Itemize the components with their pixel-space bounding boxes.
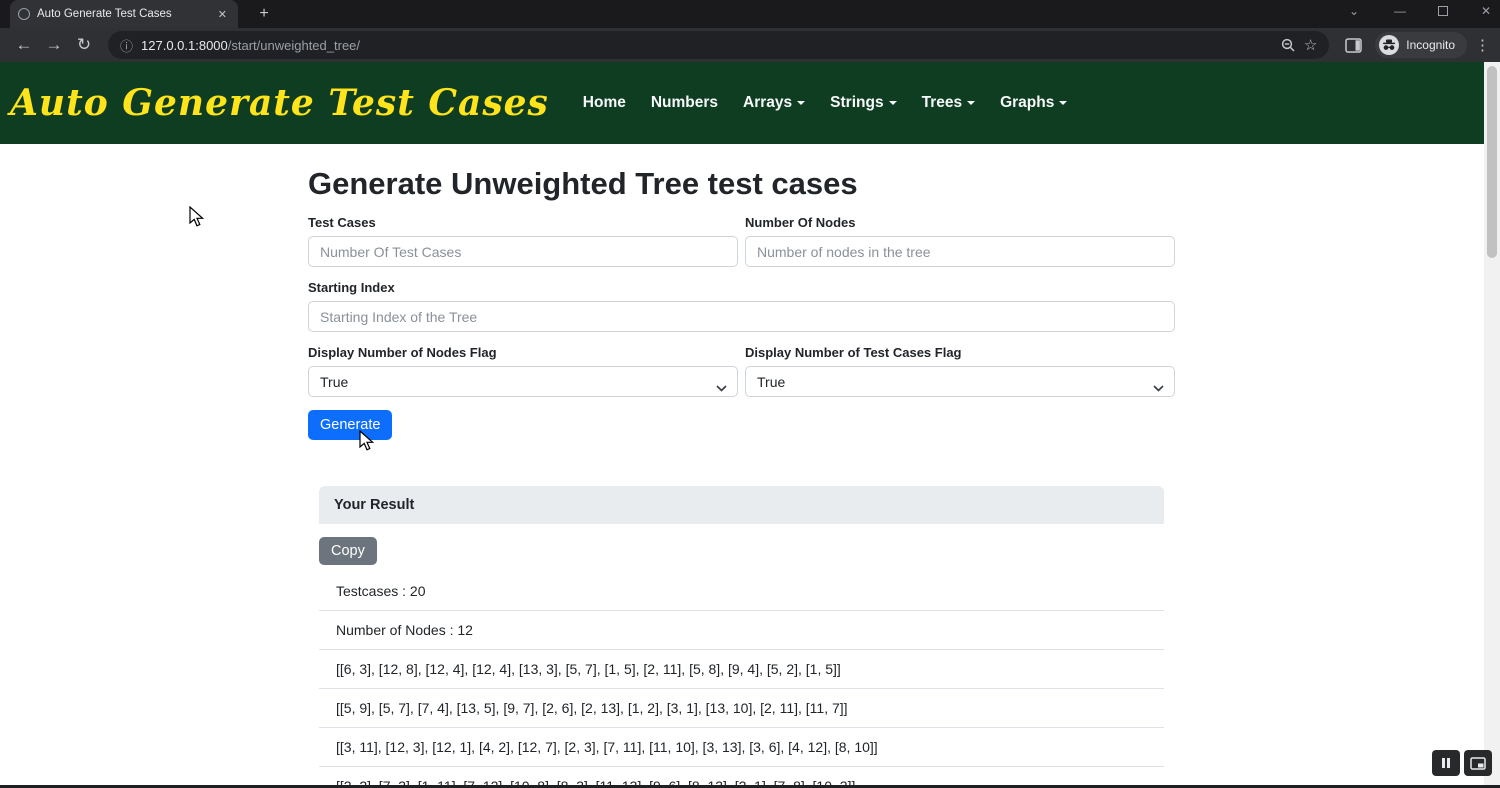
new-tab-button[interactable]: + — [254, 4, 274, 24]
maximize-button[interactable] — [1438, 6, 1448, 16]
tab-close-icon[interactable]: ✕ — [215, 6, 230, 23]
url-text: 127.0.0.1:8000/start/unweighted_tree/ — [141, 38, 1272, 53]
nav-item-arrays[interactable]: Arrays — [743, 94, 805, 112]
test-cases-field-group: Test Cases — [308, 202, 738, 267]
chevron-down-icon — [1059, 101, 1067, 105]
tab-title: Auto Generate Test Cases — [37, 8, 208, 20]
back-button[interactable]: ← — [10, 31, 38, 59]
testcases-flag-field-group: Display Number of Test Cases Flag True — [745, 332, 1175, 397]
starting-index-field-group: Starting Index — [308, 267, 1175, 332]
bookmark-star-icon[interactable]: ☆ — [1304, 36, 1317, 54]
generate-button[interactable]: Generate — [308, 410, 392, 440]
result-row: [[3, 11], [12, 3], [12, 1], [4, 2], [12,… — [319, 728, 1164, 767]
incognito-label: Incognito — [1406, 38, 1455, 52]
chevron-down-icon — [889, 101, 897, 105]
test-cases-input[interactable] — [308, 236, 738, 267]
nav-item-trees[interactable]: Trees — [922, 94, 976, 112]
incognito-badge[interactable]: Incognito — [1375, 32, 1467, 58]
scrollbar-thumb[interactable] — [1487, 66, 1497, 258]
side-panel-icon[interactable] — [1339, 31, 1367, 59]
chevron-down-icon — [1153, 379, 1164, 395]
browser-window: Auto Generate Test Cases ✕ + ⌄ — ✕ ← → ↻… — [0, 0, 1500, 788]
browser-tab[interactable]: Auto Generate Test Cases ✕ — [10, 0, 238, 28]
nodes-flag-field-group: Display Number of Nodes Flag True — [308, 332, 738, 397]
copy-button[interactable]: Copy — [319, 537, 377, 565]
page-scrollbar[interactable] — [1484, 62, 1500, 788]
chevron-down-icon — [716, 379, 727, 395]
result-header: Your Result — [319, 486, 1164, 524]
address-bar[interactable]: ⓘ 127.0.0.1:8000/start/unweighted_tree/ … — [108, 31, 1329, 59]
testcases-flag-label: Display Number of Test Cases Flag — [745, 345, 1175, 360]
tab-strip: Auto Generate Test Cases ✕ + ⌄ — ✕ — [0, 0, 1500, 28]
pause-icon[interactable] — [1432, 750, 1460, 776]
tab-favicon-icon — [18, 8, 30, 20]
window-controls: ⌄ — ✕ — [1346, 0, 1494, 22]
result-row: Testcases : 20 — [319, 572, 1164, 611]
number-of-nodes-input[interactable] — [745, 236, 1175, 267]
starting-index-label: Starting Index — [308, 280, 1175, 295]
close-button[interactable]: ✕ — [1478, 4, 1494, 18]
zoom-icon[interactable] — [1280, 37, 1296, 53]
nav-links: Home Numbers Arrays Strings Trees Graphs — [583, 94, 1068, 112]
page-viewport: Auto Generate Test Cases Home Numbers Ar… — [0, 62, 1500, 788]
window-menu-chevron-icon[interactable]: ⌄ — [1346, 4, 1362, 18]
result-rows: Testcases : 20 Number of Nodes : 12 [[6,… — [319, 572, 1164, 788]
nav-item-home[interactable]: Home — [583, 94, 626, 112]
nodes-flag-label: Display Number of Nodes Flag — [308, 345, 738, 360]
page-title: Generate Unweighted Tree test cases — [308, 166, 1175, 202]
main-content: Generate Unweighted Tree test cases Test… — [308, 166, 1175, 788]
chevron-down-icon — [797, 101, 805, 105]
number-of-nodes-field-group: Number Of Nodes — [745, 202, 1175, 267]
nav-item-graphs[interactable]: Graphs — [1000, 94, 1067, 112]
nav-item-strings[interactable]: Strings — [830, 94, 896, 112]
result-row: [[6, 3], [12, 8], [12, 4], [12, 4], [13,… — [319, 650, 1164, 689]
result-card: Your Result Copy Testcases : 20 Number o… — [319, 486, 1164, 788]
site-navbar: Auto Generate Test Cases Home Numbers Ar… — [0, 62, 1500, 144]
url-host: 127.0.0.1:8000 — [141, 38, 228, 53]
nodes-flag-select[interactable]: True — [308, 366, 738, 397]
result-row: Number of Nodes : 12 — [319, 611, 1164, 650]
browser-menu-icon[interactable]: ⋮ — [1475, 36, 1490, 54]
testcases-flag-select[interactable]: True — [745, 366, 1175, 397]
chevron-down-icon — [967, 101, 975, 105]
page-info-icon[interactable]: ⓘ — [120, 36, 133, 55]
browser-toolbar: ← → ↻ ⓘ 127.0.0.1:8000/start/unweighted_… — [0, 28, 1500, 62]
generate-form: Test Cases Number Of Nodes Starting Inde… — [308, 202, 1175, 397]
url-path: /start/unweighted_tree/ — [228, 38, 360, 53]
result-row: [[5, 9], [5, 7], [7, 4], [13, 5], [9, 7]… — [319, 689, 1164, 728]
nav-item-numbers[interactable]: Numbers — [651, 94, 718, 112]
reload-button[interactable]: ↻ — [70, 31, 98, 59]
number-of-nodes-label: Number Of Nodes — [745, 215, 1175, 230]
picture-in-picture-icon[interactable] — [1464, 750, 1492, 776]
forward-button[interactable]: → — [40, 31, 68, 59]
site-logo[interactable]: Auto Generate Test Cases — [10, 82, 549, 124]
starting-index-input[interactable] — [308, 301, 1175, 332]
media-overlay — [1432, 750, 1492, 776]
minimize-button[interactable]: — — [1392, 4, 1408, 18]
incognito-icon — [1379, 35, 1399, 55]
test-cases-label: Test Cases — [308, 215, 738, 230]
